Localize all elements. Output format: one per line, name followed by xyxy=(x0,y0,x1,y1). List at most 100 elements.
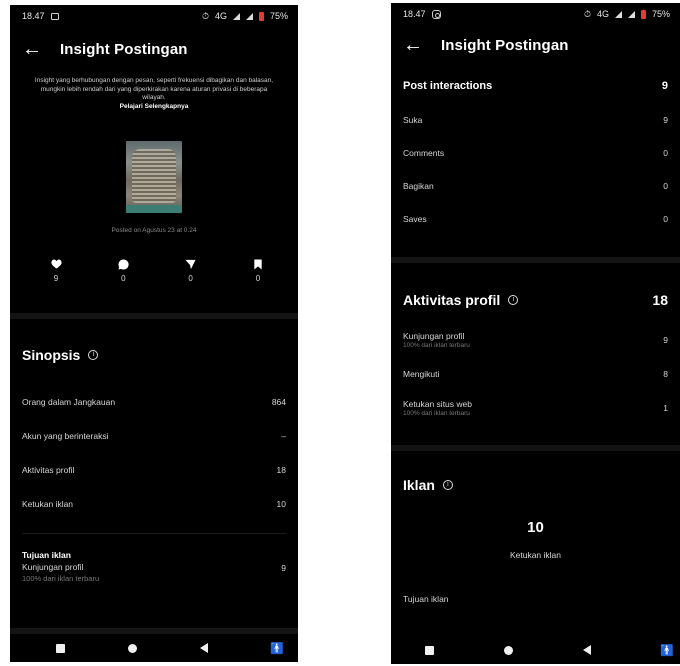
battery-icon xyxy=(640,9,646,19)
post-thumbnail[interactable] xyxy=(126,141,182,213)
metric-label: Suka xyxy=(403,114,423,125)
metric-label: Kunjungan profil xyxy=(403,331,465,341)
learn-more-link[interactable]: Pelajari Selengkapnya xyxy=(32,103,276,112)
tujuan-iklan-block: Tujuan iklan Kunjungan profil 100% dari … xyxy=(10,550,298,583)
back-arrow-icon[interactable]: ← xyxy=(22,39,42,59)
sinopsis-list: Orang dalam Jangkauan 864 Akun yang beri… xyxy=(10,385,298,521)
network-label: 4G xyxy=(596,9,609,19)
metric-label: Comments xyxy=(403,147,445,158)
interaction-row: Suka 9 xyxy=(391,103,680,136)
metric-value: 9 xyxy=(663,335,668,345)
aktivitas-profil-title: Aktivitas profil xyxy=(403,292,501,308)
post-interactions-title: Post interactions xyxy=(403,80,493,92)
post-interactions-total: 9 xyxy=(661,80,668,92)
metric-label: Bagikan xyxy=(403,180,434,191)
back-triangle-icon[interactable] xyxy=(199,643,208,653)
share-icon xyxy=(185,258,197,270)
metric-value: 9 xyxy=(663,114,668,125)
privacy-notice: Insight yang berhubungan dengan pesan, s… xyxy=(32,77,276,111)
metric-value: 0 xyxy=(663,213,668,224)
likes-count: 9 xyxy=(53,274,59,283)
battery-icon xyxy=(258,11,264,21)
bookmark-icon xyxy=(252,258,264,270)
status-time: 18.47 xyxy=(403,9,426,19)
status-bar: 18.47 ⏱ 4G 75% xyxy=(391,3,680,25)
post-interactions-list: Suka 9 Comments 0 Bagikan 0 Saves 0 xyxy=(391,103,680,235)
aktivitas-row: Mengikuti 8 xyxy=(391,357,680,391)
status-time: 18.47 xyxy=(22,11,45,21)
tujuan-iklan-row: Tujuan iklan xyxy=(391,594,680,604)
tujuan-iklan-label: Tujuan iklan xyxy=(403,594,449,604)
sinopsis-heading: Sinopsis i xyxy=(10,347,298,363)
notice-text: Insight yang berhubungan dengan pesan, s… xyxy=(34,77,274,101)
signal-icon xyxy=(232,12,240,20)
iklan-big-value: 10 xyxy=(527,519,544,536)
signal-icon-2 xyxy=(245,12,253,20)
left-phone-screen: 18.47 ⏱ 4G 75% ← Insight Postingan Insig… xyxy=(10,5,298,662)
recent-apps-icon[interactable] xyxy=(425,645,434,655)
accessibility-icon[interactable]: 🚹 xyxy=(660,644,674,657)
comments-count: 0 xyxy=(121,274,126,283)
stat-likes: 9 xyxy=(46,258,66,283)
recent-apps-icon[interactable] xyxy=(56,643,65,653)
interaction-row: Comments 0 xyxy=(391,136,680,169)
info-icon[interactable]: i xyxy=(508,295,519,305)
app-header: ← Insight Postingan xyxy=(391,25,680,65)
tujuan-iklan-sub: 100% dari iklan terbaru xyxy=(22,574,100,583)
metric-value: 8 xyxy=(663,369,668,379)
aktivitas-row: Kunjungan profil 100% dari iklan terbaru… xyxy=(391,323,680,357)
battery-label: 75% xyxy=(269,11,288,21)
metric-value: 18 xyxy=(276,465,286,475)
back-arrow-icon[interactable]: ← xyxy=(403,35,423,55)
info-icon[interactable]: i xyxy=(88,350,99,360)
sinopsis-row: Orang dalam Jangkauan 864 xyxy=(10,385,298,419)
metric-value: 864 xyxy=(271,397,286,407)
metric-label: Ketukan situs web xyxy=(403,399,472,409)
saves-count: 0 xyxy=(255,274,261,283)
section-divider xyxy=(391,257,680,263)
heart-icon xyxy=(50,258,62,270)
metric-label: Mengikuti xyxy=(403,369,440,379)
metric-value: 10 xyxy=(276,499,286,509)
android-nav-bar: 🚹 xyxy=(10,634,298,662)
instagram-notification-icon xyxy=(431,9,441,19)
metric-value: – xyxy=(281,431,286,441)
metric-sub: 100% dari iklan terbaru xyxy=(403,342,470,349)
gallery-notification-icon xyxy=(50,12,59,20)
metric-label: Ketukan iklan xyxy=(22,499,74,509)
aktivitas-row: Ketukan situs web 100% dari iklan terbar… xyxy=(391,391,680,425)
stat-shares: 0 xyxy=(181,258,201,283)
accessibility-icon[interactable]: 🚹 xyxy=(270,642,284,655)
posted-on-text: Posted on Agustus 23 at 0.24 xyxy=(111,227,197,234)
info-icon[interactable]: i xyxy=(442,480,453,490)
metric-label: Aktivitas profil xyxy=(22,465,75,475)
iklan-big-label: Ketukan iklan xyxy=(509,550,562,560)
right-phone-screen: 18.47 ⏱ 4G 75% ← Insight Postingan Post … xyxy=(391,3,680,664)
status-bar: 18.47 ⏱ 4G 75% xyxy=(10,5,298,27)
aktivitas-list: Kunjungan profil 100% dari iklan terbaru… xyxy=(391,323,680,425)
metric-label: Orang dalam Jangkauan xyxy=(22,397,116,407)
tujuan-iklan-value: 9 xyxy=(281,563,286,573)
home-icon[interactable] xyxy=(503,645,513,655)
app-header: ← Insight Postingan xyxy=(10,27,298,71)
post-stats-row: 9 0 0 0 xyxy=(10,258,298,283)
sinopsis-row: Ketukan iklan 10 xyxy=(10,487,298,521)
tujuan-iklan-label: Kunjungan profil xyxy=(22,562,84,572)
section-divider xyxy=(391,445,680,451)
back-triangle-icon[interactable] xyxy=(582,645,591,655)
home-icon[interactable] xyxy=(127,643,137,653)
metric-label: Saves xyxy=(403,213,427,224)
interaction-row: Bagikan 0 xyxy=(391,169,680,202)
metric-value: 0 xyxy=(663,147,668,158)
network-label: 4G xyxy=(214,11,227,21)
sinopsis-row: Akun yang berinteraksi – xyxy=(10,419,298,453)
alarm-icon: ⏱ xyxy=(583,8,591,19)
metric-value: 1 xyxy=(663,403,668,413)
iklan-title: Iklan xyxy=(403,477,435,493)
iklan-heading: Iklan i xyxy=(391,477,680,493)
stat-saves: 0 xyxy=(248,258,268,283)
aktivitas-profil-total: 18 xyxy=(652,292,668,308)
signal-icon xyxy=(614,10,622,18)
metric-sub: 100% dari iklan terbaru xyxy=(403,410,470,417)
page-title: Insight Postingan xyxy=(60,40,188,58)
